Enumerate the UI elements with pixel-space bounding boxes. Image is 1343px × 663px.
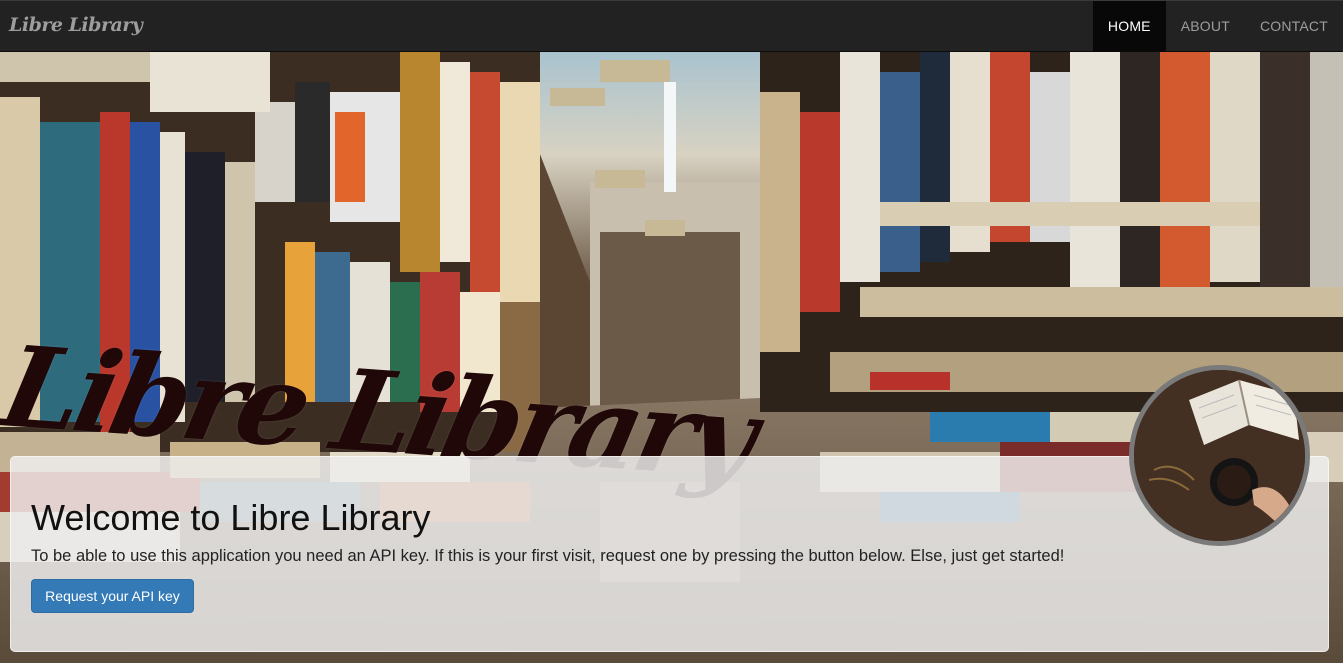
nav-item-about[interactable]: ABOUT <box>1166 1 1245 52</box>
book-coffee-icon <box>1134 370 1305 541</box>
welcome-heading: Welcome to Libre Library <box>31 497 431 538</box>
welcome-text: To be able to use this application you n… <box>31 547 1065 565</box>
welcome-panel: Welcome to Libre Library To be able to u… <box>10 456 1329 652</box>
request-api-key-button[interactable]: Request your API key <box>31 579 194 613</box>
navbar: Libre Library HOME ABOUT CONTACT <box>0 0 1343 52</box>
nav-item-home[interactable]: HOME <box>1092 1 1166 52</box>
open-book-coffee-image <box>1129 365 1310 546</box>
nav-menu: HOME ABOUT CONTACT <box>1092 1 1343 52</box>
brand-logo[interactable]: Libre Library <box>9 14 143 36</box>
nav-item-contact[interactable]: CONTACT <box>1245 1 1343 52</box>
